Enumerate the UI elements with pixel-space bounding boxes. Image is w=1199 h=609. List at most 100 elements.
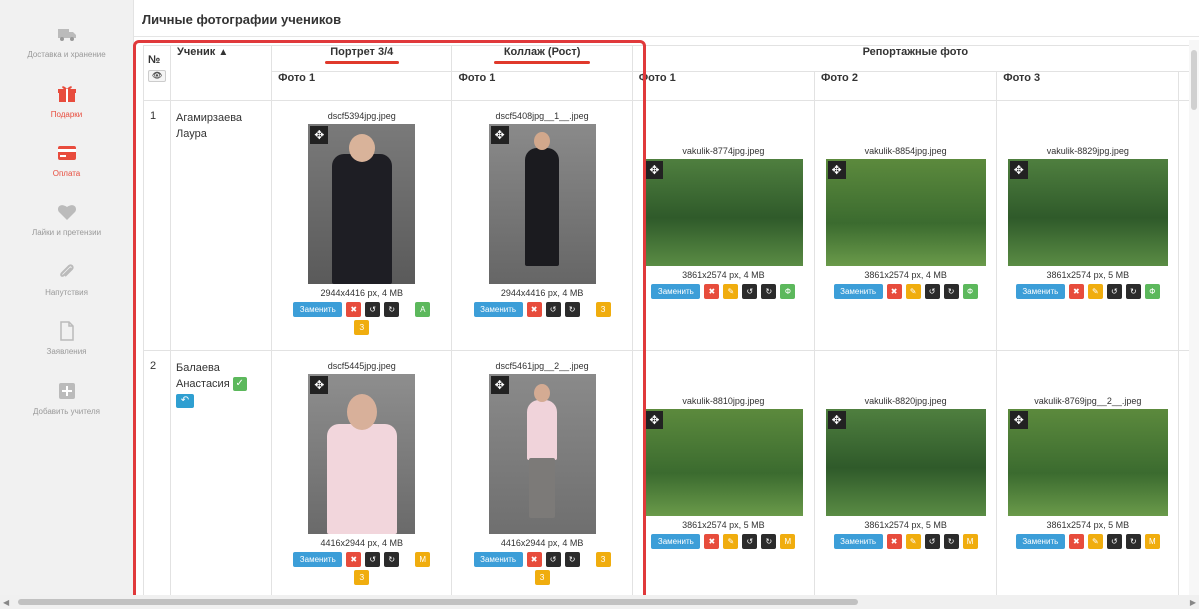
rotate-left-button[interactable]: ↺ (924, 534, 940, 549)
sidebar-item-label: Напутствия (45, 288, 88, 297)
scrollbar-thumb[interactable] (18, 599, 858, 605)
edit-button[interactable]: ✎ (905, 534, 921, 549)
student-header[interactable]: Ученик ▲ (169, 45, 273, 101)
replace-button[interactable]: Заменить (473, 302, 523, 317)
edit-button[interactable]: ✎ (905, 284, 921, 299)
move-icon[interactable]: ✥ (645, 161, 664, 179)
replace-button[interactable]: Заменить (473, 552, 523, 567)
move-icon[interactable]: ✥ (490, 376, 509, 394)
photo-thumbnail[interactable]: ✥ (488, 374, 596, 534)
badge-button[interactable]: З (354, 320, 370, 335)
edit-button[interactable]: ✎ (723, 284, 739, 299)
rotate-left-button[interactable]: ↺ (545, 552, 561, 567)
rotate-left-button[interactable]: ↺ (742, 534, 758, 549)
photo-thumbnail[interactable]: ✥ (1007, 409, 1168, 516)
photo-thumbnail[interactable]: ✥ (308, 124, 416, 284)
rotate-left-button[interactable]: ↺ (365, 302, 381, 317)
replace-button[interactable]: Заменить (293, 302, 343, 317)
delete-button[interactable]: ✖ (526, 302, 542, 317)
rotate-right-button[interactable]: ↻ (564, 552, 580, 567)
rotate-left-button[interactable]: ↺ (1106, 284, 1122, 299)
move-icon[interactable]: ✥ (310, 376, 329, 394)
rotate-right-button[interactable]: ↻ (761, 284, 777, 299)
rotate-right-button[interactable]: ↻ (564, 302, 580, 317)
rotate-left-button[interactable]: ↺ (924, 284, 940, 299)
replace-button[interactable]: Заменить (833, 534, 883, 549)
photo-actions: Заменить ✖ ↺ ↻ А (272, 302, 451, 317)
delete-button[interactable]: ✖ (526, 552, 542, 567)
move-icon[interactable]: ✥ (490, 126, 509, 144)
rotate-right-button[interactable]: ↻ (761, 534, 777, 549)
move-icon[interactable]: ✥ (827, 411, 846, 429)
replace-button[interactable]: Заменить (651, 284, 701, 299)
rotate-right-button[interactable]: ↻ (384, 302, 400, 317)
photo-thumbnail[interactable]: ✥ (643, 409, 804, 516)
delete-button[interactable]: ✖ (704, 534, 720, 549)
scroll-left-icon[interactable]: ◀ (3, 598, 9, 607)
edit-button[interactable]: ✎ (1087, 284, 1103, 299)
photo-thumbnail[interactable]: ✥ (308, 374, 416, 534)
badge-button[interactable]: Ф (1144, 284, 1160, 299)
edit-button[interactable]: ✎ (723, 534, 739, 549)
rotate-right-button[interactable]: ↻ (943, 534, 959, 549)
scrollbar-thumb[interactable] (1191, 50, 1197, 110)
vertical-scrollbar[interactable] (1189, 40, 1199, 595)
sidebar-item-farewells[interactable]: Напутствия (0, 262, 133, 297)
photo-thumbnail[interactable]: ✥ (488, 124, 596, 284)
horizontal-scrollbar[interactable]: ◀ ▶ (0, 595, 1199, 609)
rotate-right-button[interactable]: ↻ (943, 284, 959, 299)
replace-button[interactable]: Заменить (293, 552, 343, 567)
delete-button[interactable]: ✖ (346, 552, 362, 567)
badge-button[interactable]: З (595, 552, 611, 567)
sidebar-item-statements[interactable]: Заявления (0, 321, 133, 356)
scroll-right-icon[interactable]: ▶ (1190, 598, 1196, 607)
badge-button[interactable]: З (534, 570, 550, 585)
photo-thumbnail[interactable]: ✥ (825, 159, 986, 266)
rotate-left-button[interactable]: ↺ (742, 284, 758, 299)
replace-button[interactable]: Заменить (1015, 534, 1065, 549)
delete-button[interactable]: ✖ (886, 534, 902, 549)
move-icon[interactable]: ✥ (827, 161, 846, 179)
badge-button[interactable]: Ф (780, 284, 796, 299)
badge-button[interactable]: М (780, 534, 796, 549)
file-name: vakulik-8774jpg.jpeg (682, 146, 765, 156)
photo-thumbnail[interactable]: ✥ (643, 159, 804, 266)
badge-button[interactable]: З (595, 302, 611, 317)
badge-button[interactable]: М (962, 534, 978, 549)
sidebar-item-payment[interactable]: Оплата (0, 143, 133, 178)
delete-button[interactable]: ✖ (346, 302, 362, 317)
photo-thumbnail[interactable]: ✥ (825, 409, 986, 516)
undo-icon[interactable]: ↶ (176, 394, 194, 408)
replace-button[interactable]: Заменить (651, 534, 701, 549)
rotate-right-button[interactable]: ↻ (384, 552, 400, 567)
badge-button[interactable]: Ф (962, 284, 978, 299)
delete-button[interactable]: ✖ (704, 284, 720, 299)
photo-dimensions: 3861x2574 px, 5 MB (1046, 520, 1130, 530)
eye-icon[interactable]: 👁 (148, 70, 166, 82)
rotate-right-button[interactable]: ↻ (1125, 534, 1141, 549)
delete-button[interactable]: ✖ (886, 284, 902, 299)
sidebar-item-likes[interactable]: Лайки и претензии (0, 202, 133, 237)
edit-button[interactable]: ✎ (1087, 534, 1103, 549)
delete-button[interactable]: ✖ (1068, 284, 1084, 299)
photo-actions: Заменить ✖ ↺ ↻ М (272, 552, 451, 567)
badge-button[interactable]: З (354, 570, 370, 585)
move-icon[interactable]: ✥ (645, 411, 664, 429)
badge-button[interactable]: М (1144, 534, 1160, 549)
delete-button[interactable]: ✖ (1068, 534, 1084, 549)
rotate-left-button[interactable]: ↺ (1106, 534, 1122, 549)
sidebar-item-delivery[interactable]: Доставка и хранение (0, 24, 133, 59)
badge-button[interactable]: А (415, 302, 431, 317)
move-icon[interactable]: ✥ (1009, 161, 1028, 179)
badge-button[interactable]: М (415, 552, 431, 567)
rotate-left-button[interactable]: ↺ (545, 302, 561, 317)
rotate-left-button[interactable]: ↺ (365, 552, 381, 567)
replace-button[interactable]: Заменить (833, 284, 883, 299)
sidebar-item-gifts[interactable]: Подарки (0, 84, 133, 119)
move-icon[interactable]: ✥ (310, 126, 329, 144)
sidebar-item-add-teacher[interactable]: Добавить учителя (0, 381, 133, 416)
move-icon[interactable]: ✥ (1009, 411, 1028, 429)
replace-button[interactable]: Заменить (1015, 284, 1065, 299)
photo-thumbnail[interactable]: ✥ (1007, 159, 1168, 266)
rotate-right-button[interactable]: ↻ (1125, 284, 1141, 299)
